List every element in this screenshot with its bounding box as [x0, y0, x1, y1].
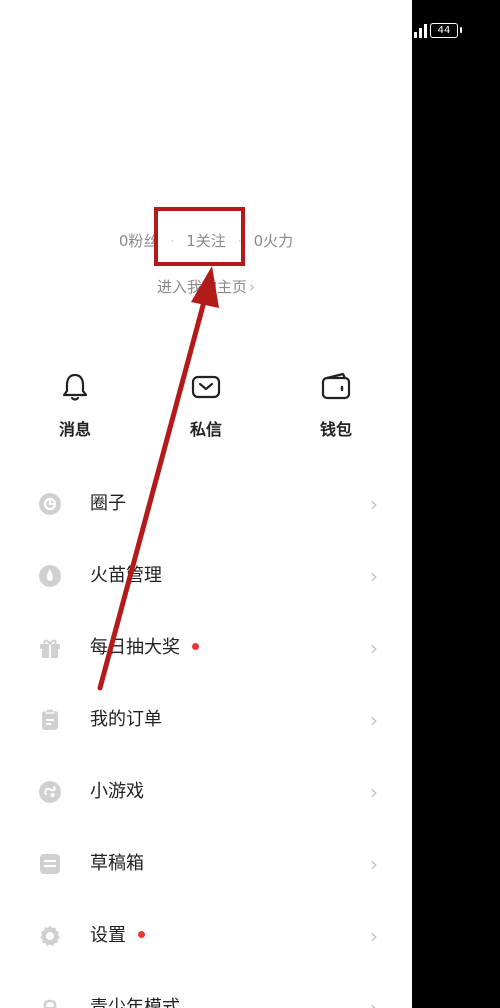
status-bar: 44	[412, 20, 500, 44]
signal-icon	[414, 24, 427, 38]
battery-icon: 44	[430, 23, 462, 38]
annotation-arrow	[97, 266, 219, 691]
side-drawer: 0粉丝 · 1关注 · 0火力 进入我的主页› 消息 私信	[0, 0, 412, 1008]
battery-level: 44	[437, 25, 451, 36]
